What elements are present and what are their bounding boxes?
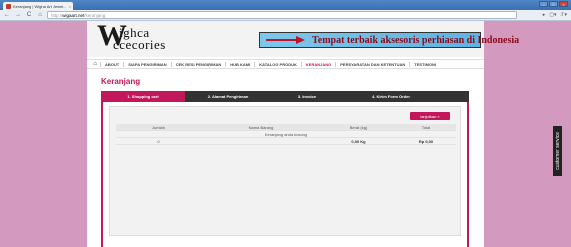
banner-text: Tempat terbaik aksesoris perhiasan di In… [312,35,520,46]
column-header: Berat (kg) [349,124,368,130]
menu-item-keranjang[interactable]: KERANJANG [300,61,335,67]
table-header-row: Jumlah Nama Barang Berat (kg) Total [116,124,456,131]
home-icon[interactable]: ⌂ [36,11,44,19]
browser-toolbar: ← → C ⌂ http:// wigaart.net /keranjang ▸… [0,10,571,21]
checkout-steps: 1. Shopping cart 2. Alamat Pengiriman 3.… [101,91,469,102]
menu-item-siapa-pengiriman[interactable]: SIAPA PENGIRIMAN [123,61,170,67]
menu-item-cek-resi[interactable]: CEK RESI PENGIRIMAN [170,61,226,67]
cart-content: lanjutkan » Jumlah Nama Barang Berat (kg… [109,106,461,236]
url-path: /keranjang [84,12,106,18]
site-header: W ighca ccecories Tempat terbaik aksesor… [87,19,519,57]
page-container: W ighca ccecories Tempat terbaik aksesor… [87,19,519,247]
window-controls: – □ × [539,1,568,7]
reload-icon[interactable]: C [25,11,33,19]
menu-item-persyaratan[interactable]: PERSYARATAN DAN KETENTUAN [335,61,409,67]
column-header: Total [421,124,431,130]
total-price: Rp 0,00 [418,138,434,144]
logo-line-2: ccecories [113,37,166,52]
continue-button[interactable]: lanjutkan » [410,112,450,120]
tab-close-icon[interactable]: × [69,4,71,9]
browser-titlebar: Keranjang | Wigha Art Jewel... × – □ × [0,0,571,10]
favicon-icon [6,3,11,9]
menu-item-testimoni[interactable]: TESTIMONI [409,61,440,67]
empty-cart-row: Keranjang anda kosong [116,131,456,138]
step-shopping-cart[interactable]: 1. Shopping cart [101,91,185,102]
menu-item-katalog[interactable]: KATALOG PRODUK [254,61,301,67]
page-menu-icon[interactable]: ▢▾ [549,12,556,18]
main-menu: ⌂ ABOUT SIAPA PENGIRIMAN CEK RESI PENGIR… [87,59,484,69]
step-kirim-form-order[interactable]: 4. Kirim Form Order [343,91,439,102]
customer-service-label: customer service [554,132,561,170]
back-icon[interactable]: ← [3,11,11,19]
browser-tab[interactable]: Keranjang | Wigha Art Jewel... × [3,2,73,10]
column-header: Jumlah [152,124,165,130]
column-header: Nama Barang [248,124,274,130]
step-alamat-pengiriman[interactable]: 2. Alamat Pengiriman [185,91,271,102]
page-title: Keranjang [101,77,141,86]
total-quantity: 0 [157,138,160,144]
cart-panel: lanjutkan » Jumlah Nama Barang Berat (kg… [101,102,469,247]
step-invoice[interactable]: 3. Invoice [271,91,343,102]
cart-table: Jumlah Nama Barang Berat (kg) Total Kera… [116,124,456,145]
forward-icon[interactable]: → [14,11,22,19]
menu-item-about[interactable]: ABOUT [100,61,123,67]
address-bar[interactable]: http:// wigaart.net /keranjang [47,11,517,19]
tab-title: Keranjang | Wigha Art Jewel... [13,3,67,9]
url-protocol: http:// [51,12,63,18]
arrow-icon [266,36,306,44]
toolbar-right: ▸ ▢▾ ℱ▾ [543,12,567,18]
menu-item-hub-kami[interactable]: HUB KAMI [225,61,254,67]
tagline-banner: Tempat terbaik aksesoris perhiasan di In… [259,32,519,48]
close-window-button[interactable]: × [559,1,568,7]
home-menu-icon[interactable]: ⌂ [90,61,100,67]
empty-cart-message: Keranjang anda kosong [264,131,308,137]
maximize-button[interactable]: □ [549,1,558,7]
url-host: wigaart.net [62,12,85,18]
customer-service-tab[interactable]: customer service [553,126,562,176]
total-row: 0 0,00 Kg Rp 0,00 [116,138,456,145]
total-weight: 0,00 Kg [351,138,366,144]
play-icon[interactable]: ▸ [543,12,546,18]
minimize-button[interactable]: – [539,1,548,7]
wrench-icon[interactable]: ℱ▾ [561,12,567,18]
